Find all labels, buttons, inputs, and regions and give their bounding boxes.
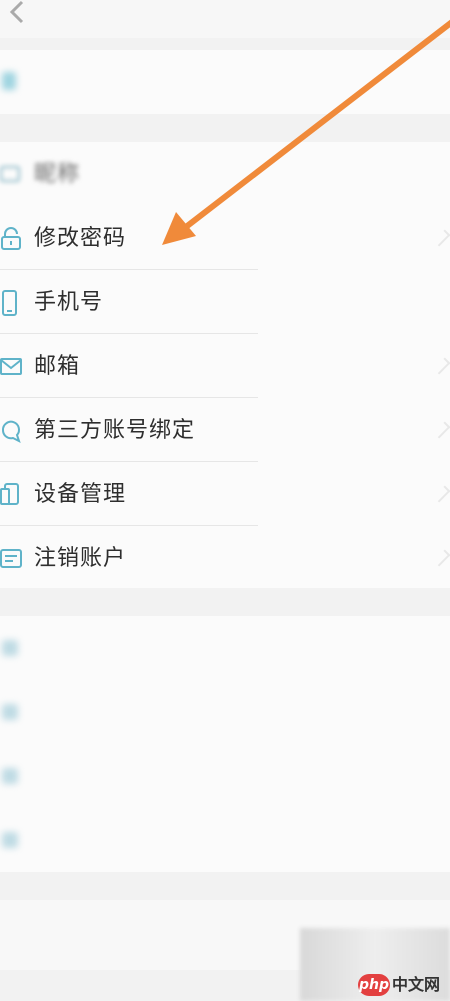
back-chevron-icon[interactable]	[0, 0, 30, 30]
item-icon	[2, 704, 18, 720]
profile-row[interactable]	[0, 50, 450, 114]
item-icon	[2, 832, 18, 848]
user-icon	[2, 72, 16, 90]
chevron-right-icon	[433, 485, 450, 503]
item-icon	[2, 768, 18, 784]
other-row[interactable]	[0, 808, 450, 872]
delete-account-label: 注销账户	[34, 546, 127, 571]
other-row[interactable]	[0, 680, 450, 744]
chevron-right-icon	[433, 421, 450, 439]
third-party-binding-row[interactable]: 第三方账号绑定	[0, 398, 450, 462]
other-section	[0, 616, 450, 872]
email-label: 邮箱	[34, 354, 81, 379]
device-icon	[0, 483, 19, 505]
id-card-icon	[0, 549, 22, 568]
top-bar	[0, 0, 450, 38]
nickname-row[interactable]: 昵称	[0, 142, 450, 206]
email-row[interactable]: 邮箱	[0, 334, 450, 398]
change-password-label: 修改密码	[34, 226, 127, 251]
third-party-binding-label: 第三方账号绑定	[34, 418, 196, 443]
delete-account-row[interactable]: 注销账户	[0, 526, 450, 590]
item-icon	[2, 640, 18, 656]
bubble-icon	[1, 420, 21, 443]
device-management-row[interactable]: 设备管理	[0, 462, 450, 526]
phone-icon	[2, 290, 17, 316]
chevron-right-icon	[433, 357, 450, 375]
change-password-row[interactable]: 修改密码	[0, 206, 450, 270]
other-row[interactable]	[0, 744, 450, 808]
watermark-badge: php	[358, 974, 390, 996]
chevron-right-icon	[433, 229, 450, 247]
account-section: 昵称 修改密码 手机号 邮箱 第三方账号绑定 设备管理 注销账户	[0, 142, 450, 588]
watermark: php 中文网	[358, 971, 448, 999]
nickname-label: 昵称	[34, 162, 81, 187]
phone-label: 手机号	[34, 290, 104, 315]
phone-row[interactable]: 手机号	[0, 270, 450, 334]
profile-section	[0, 50, 450, 114]
chevron-right-icon	[433, 549, 450, 567]
watermark-text: 中文网	[392, 975, 441, 994]
other-row[interactable]	[0, 616, 450, 680]
device-management-label: 设备管理	[34, 482, 127, 507]
card-icon	[0, 166, 20, 182]
mail-icon	[0, 358, 22, 375]
lock-icon	[1, 227, 21, 250]
